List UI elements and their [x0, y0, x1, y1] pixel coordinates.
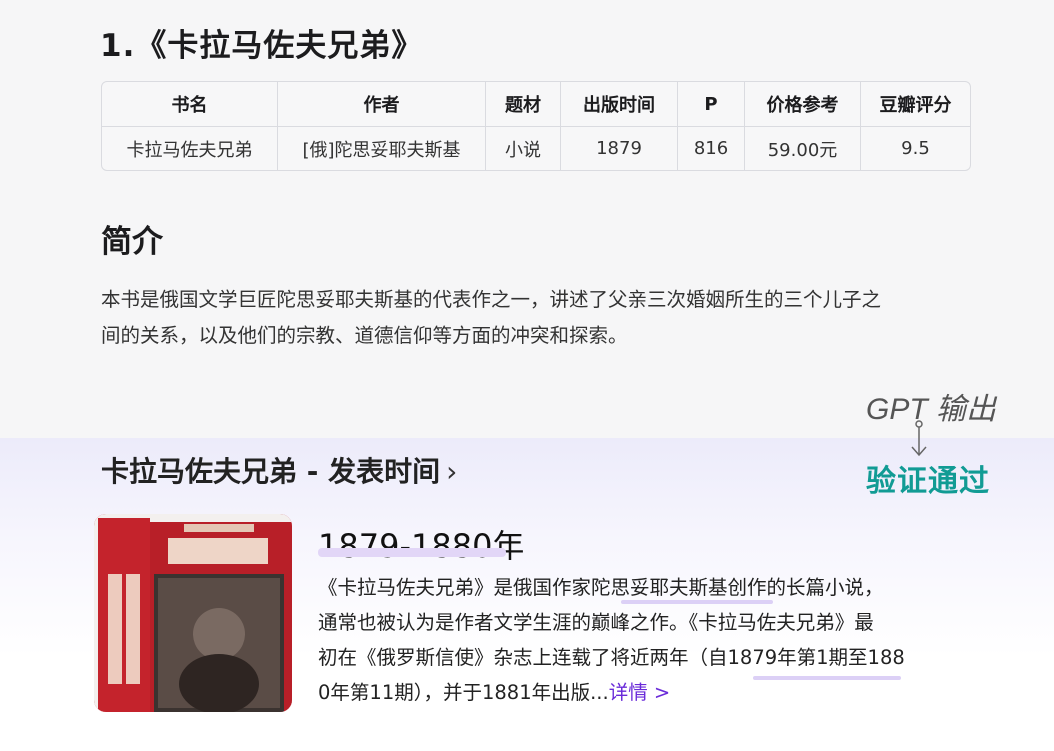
col-header-year: 出版时间 — [561, 82, 678, 127]
intro-line: 本书是俄国文学巨匠陀思妥耶夫斯基的代表作之一，讲述了父亲三次婚姻所生的三个儿子之 — [101, 288, 882, 311]
col-header-rating: 豆瓣评分 — [861, 82, 970, 127]
details-link[interactable]: 详情 > — [609, 681, 671, 704]
intro-line: 间的关系，以及他们的宗教、道德信仰等方面的冲突和探索。 — [101, 324, 628, 347]
table-header-row: 书名 作者 题材 出版时间 P 价格参考 豆瓣评分 — [102, 82, 970, 127]
book-cover-icon — [94, 514, 292, 712]
intro-paragraph: 本书是俄国文学巨匠陀思妥耶夫斯基的代表作之一，讲述了父亲三次婚姻所生的三个儿子之… — [101, 282, 961, 354]
cell-title: 卡拉马佐夫兄弟 — [102, 127, 278, 170]
card-title-text: 卡拉马佐夫兄弟 - 发表时间 — [101, 455, 441, 488]
desc-line: 通常也被认为是作者文学生涯的巅峰之作。《卡拉马佐夫兄弟》最 — [318, 611, 874, 634]
intro-heading: 简介 — [101, 224, 163, 260]
desc-line: 0年第11期），并于1881年出版... — [318, 681, 609, 704]
date-highlight — [318, 548, 506, 557]
desc-line: 初在《俄罗斯信使》杂志上连载了将近两年（自1879年第1期至188 — [318, 646, 905, 669]
col-header-genre: 题材 — [486, 82, 561, 127]
cell-rating: 9.5 — [901, 138, 930, 159]
desc-line-last: 0年第11期），并于1881年出版...详情 > — [318, 675, 968, 710]
section-title: 1.《卡拉马佐夫兄弟》 — [100, 28, 424, 64]
book-info-table: 书名 作者 题材 出版时间 P 价格参考 豆瓣评分 卡拉马佐夫兄弟 [俄]陀思妥… — [101, 81, 971, 171]
verified-label: 验证通过 — [866, 465, 990, 498]
chevron-right-icon: › — [446, 455, 458, 488]
gpt-output-label: GPT 输出 — [866, 393, 997, 426]
cell-price: 59.00元 — [745, 127, 861, 170]
cell-pages: 816 — [678, 127, 745, 170]
col-header-price: 价格参考 — [745, 82, 861, 127]
publish-date: 1879-1880年 — [318, 527, 525, 565]
card-description: 《卡拉马佐夫兄弟》是俄国作家陀思妥耶夫斯基创作的长篇小说， 通常也被认为是作者文… — [318, 570, 968, 710]
card-title-link[interactable]: 卡拉马佐夫兄弟 - 发表时间 › — [101, 450, 457, 490]
book-cover-image[interactable] — [94, 514, 292, 712]
col-header-title: 书名 — [102, 82, 278, 127]
arrow-down-icon — [911, 420, 927, 457]
col-header-pages: P — [678, 82, 745, 127]
col-header-author: 作者 — [278, 82, 486, 127]
cell-genre: 小说 — [486, 127, 561, 170]
cell-year: 1879 — [561, 127, 678, 170]
cell-author: [俄]陀思妥耶夫斯基 — [278, 127, 486, 170]
top-panel: 1.《卡拉马佐夫兄弟》 书名 作者 题材 出版时间 P 价格参考 豆瓣评分 卡拉… — [0, 0, 1054, 438]
author-highlight — [621, 600, 773, 604]
issue-highlight — [753, 676, 901, 680]
table-row: 卡拉马佐夫兄弟 [俄]陀思妥耶夫斯基 小说 1879 816 59.00元 9.… — [102, 127, 970, 170]
